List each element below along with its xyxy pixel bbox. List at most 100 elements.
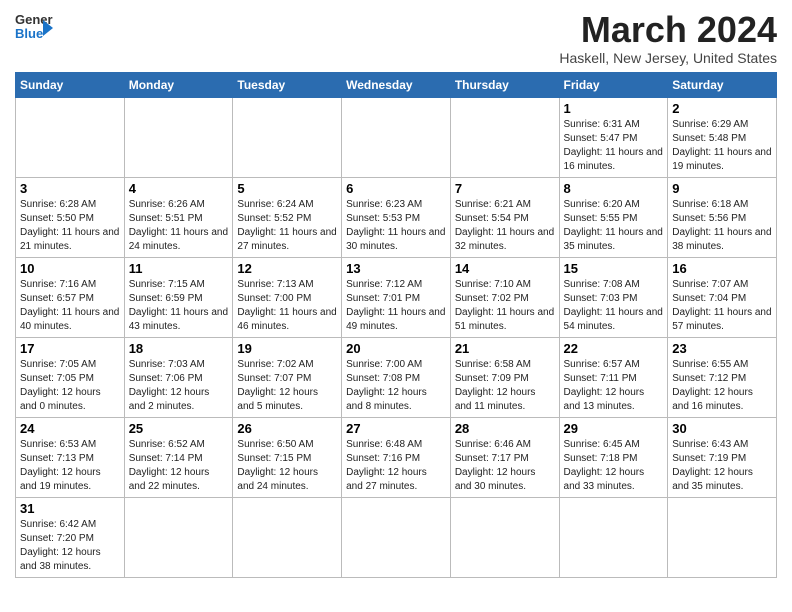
day-number: 26	[237, 421, 337, 436]
header: General Blue March 2024 Haskell, New Jer…	[15, 10, 777, 66]
day-info: Sunrise: 6:20 AM Sunset: 5:55 PM Dayligh…	[564, 198, 664, 254]
day-number: 30	[672, 421, 772, 436]
calendar-day-cell: 7 Sunrise: 6:21 AM Sunset: 5:54 PM Daylig…	[450, 177, 559, 257]
day-number: 7	[455, 181, 555, 196]
day-info: Sunrise: 7:00 AM Sunset: 7:08 PM Dayligh…	[346, 358, 446, 414]
day-info: Sunrise: 6:18 AM Sunset: 5:56 PM Dayligh…	[672, 198, 772, 254]
weekday-header: Friday	[559, 72, 668, 97]
calendar-day-cell: 13 Sunrise: 7:12 AM Sunset: 7:01 PM Dayli…	[342, 257, 451, 337]
weekday-header: Saturday	[668, 72, 777, 97]
logo: General Blue	[15, 10, 53, 46]
calendar-day-cell: 6Sunrise: 6:23 AM Sunset: 5:53 PM Daylig…	[342, 177, 451, 257]
calendar-day-cell: 28Sunrise: 6:46 AM Sunset: 7:17 PM Dayli…	[450, 417, 559, 497]
day-number: 27	[346, 421, 446, 436]
day-number: 24	[20, 421, 120, 436]
calendar-day-cell: 31 Sunrise: 6:42 AM Sunset: 7:20 PM Dayli…	[16, 497, 125, 577]
calendar-day-cell: 30 Sunrise: 6:43 AM Sunset: 7:19 PM Dayli…	[668, 417, 777, 497]
day-number: 8	[564, 181, 664, 196]
calendar-day-cell: 12 Sunrise: 7:13 AM Sunset: 7:00 PM Dayli…	[233, 257, 342, 337]
day-number: 25	[129, 421, 229, 436]
calendar-day-cell	[233, 97, 342, 177]
day-number: 21	[455, 341, 555, 356]
calendar-day-cell: 5Sunrise: 6:24 AM Sunset: 5:52 PM Daylig…	[233, 177, 342, 257]
title-area: March 2024 Haskell, New Jersey, United S…	[559, 10, 777, 66]
calendar-day-cell: 10Sunrise: 7:16 AM Sunset: 6:57 PM Dayli…	[16, 257, 125, 337]
calendar-day-cell	[233, 497, 342, 577]
day-info: Sunrise: 6:21 AM Sunset: 5:54 PM Dayligh…	[455, 198, 555, 254]
day-info: Sunrise: 6:42 AM Sunset: 7:20 PM Dayligh…	[20, 518, 120, 574]
day-number: 15	[564, 261, 664, 276]
weekday-header: Sunday	[16, 72, 125, 97]
day-number: 1	[564, 101, 664, 116]
calendar-day-cell: 21 Sunrise: 6:58 AM Sunset: 7:09 PM Dayli…	[450, 337, 559, 417]
day-number: 19	[237, 341, 337, 356]
day-number: 12	[237, 261, 337, 276]
day-info: Sunrise: 6:58 AM Sunset: 7:09 PM Dayligh…	[455, 358, 555, 414]
day-number: 13	[346, 261, 446, 276]
calendar-week-row: 3Sunrise: 6:28 AM Sunset: 5:50 PM Daylig…	[16, 177, 777, 257]
svg-text:Blue: Blue	[15, 26, 43, 41]
calendar-day-cell: 25Sunrise: 6:52 AM Sunset: 7:14 PM Dayli…	[124, 417, 233, 497]
calendar-day-cell	[450, 97, 559, 177]
calendar-week-row: 31 Sunrise: 6:42 AM Sunset: 7:20 PM Dayli…	[16, 497, 777, 577]
calendar-day-cell: 14 Sunrise: 7:10 AM Sunset: 7:02 PM Dayli…	[450, 257, 559, 337]
calendar-day-cell: 22Sunrise: 6:57 AM Sunset: 7:11 PM Dayli…	[559, 337, 668, 417]
day-number: 4	[129, 181, 229, 196]
weekday-header-row: SundayMondayTuesdayWednesdayThursdayFrid…	[16, 72, 777, 97]
calendar-day-cell	[16, 97, 125, 177]
calendar-day-cell	[342, 497, 451, 577]
calendar-day-cell: 8 Sunrise: 6:20 AM Sunset: 5:55 PM Daylig…	[559, 177, 668, 257]
calendar-day-cell: 4 Sunrise: 6:26 AM Sunset: 5:51 PM Daylig…	[124, 177, 233, 257]
calendar-day-cell	[342, 97, 451, 177]
day-number: 20	[346, 341, 446, 356]
calendar-day-cell: 1Sunrise: 6:31 AM Sunset: 5:47 PM Daylig…	[559, 97, 668, 177]
calendar-day-cell: 23Sunrise: 6:55 AM Sunset: 7:12 PM Dayli…	[668, 337, 777, 417]
day-number: 11	[129, 261, 229, 276]
day-info: Sunrise: 6:43 AM Sunset: 7:19 PM Dayligh…	[672, 438, 772, 494]
day-info: Sunrise: 6:26 AM Sunset: 5:51 PM Dayligh…	[129, 198, 229, 254]
calendar-day-cell	[668, 497, 777, 577]
calendar-day-cell: 15 Sunrise: 7:08 AM Sunset: 7:03 PM Dayli…	[559, 257, 668, 337]
calendar-day-cell: 27 Sunrise: 6:48 AM Sunset: 7:16 PM Dayli…	[342, 417, 451, 497]
day-number: 2	[672, 101, 772, 116]
day-number: 10	[20, 261, 120, 276]
calendar-day-cell: 11 Sunrise: 7:15 AM Sunset: 6:59 PM Dayli…	[124, 257, 233, 337]
calendar-day-cell	[450, 497, 559, 577]
calendar-week-row: 10Sunrise: 7:16 AM Sunset: 6:57 PM Dayli…	[16, 257, 777, 337]
day-info: Sunrise: 6:48 AM Sunset: 7:16 PM Dayligh…	[346, 438, 446, 494]
day-info: Sunrise: 6:46 AM Sunset: 7:17 PM Dayligh…	[455, 438, 555, 494]
day-info: Sunrise: 6:29 AM Sunset: 5:48 PM Dayligh…	[672, 118, 772, 174]
day-info: Sunrise: 6:24 AM Sunset: 5:52 PM Dayligh…	[237, 198, 337, 254]
calendar-day-cell: 3Sunrise: 6:28 AM Sunset: 5:50 PM Daylig…	[16, 177, 125, 257]
calendar-day-cell	[124, 497, 233, 577]
calendar-day-cell: 20 Sunrise: 7:00 AM Sunset: 7:08 PM Dayli…	[342, 337, 451, 417]
day-info: Sunrise: 6:45 AM Sunset: 7:18 PM Dayligh…	[564, 438, 664, 494]
calendar-day-cell: 24Sunrise: 6:53 AM Sunset: 7:13 PM Dayli…	[16, 417, 125, 497]
weekday-header: Wednesday	[342, 72, 451, 97]
day-number: 9	[672, 181, 772, 196]
day-info: Sunrise: 7:13 AM Sunset: 7:00 PM Dayligh…	[237, 278, 337, 334]
calendar-week-row: 17Sunrise: 7:05 AM Sunset: 7:05 PM Dayli…	[16, 337, 777, 417]
day-info: Sunrise: 6:28 AM Sunset: 5:50 PM Dayligh…	[20, 198, 120, 254]
day-number: 6	[346, 181, 446, 196]
weekday-header: Tuesday	[233, 72, 342, 97]
calendar-week-row: 24Sunrise: 6:53 AM Sunset: 7:13 PM Dayli…	[16, 417, 777, 497]
day-info: Sunrise: 7:15 AM Sunset: 6:59 PM Dayligh…	[129, 278, 229, 334]
calendar-day-cell: 17Sunrise: 7:05 AM Sunset: 7:05 PM Dayli…	[16, 337, 125, 417]
calendar-day-cell: 16Sunrise: 7:07 AM Sunset: 7:04 PM Dayli…	[668, 257, 777, 337]
calendar-day-cell: 26 Sunrise: 6:50 AM Sunset: 7:15 PM Dayli…	[233, 417, 342, 497]
calendar-day-cell: 29Sunrise: 6:45 AM Sunset: 7:18 PM Dayli…	[559, 417, 668, 497]
calendar-week-row: 1Sunrise: 6:31 AM Sunset: 5:47 PM Daylig…	[16, 97, 777, 177]
day-number: 31	[20, 501, 120, 516]
day-info: Sunrise: 7:03 AM Sunset: 7:06 PM Dayligh…	[129, 358, 229, 414]
calendar-day-cell: 19Sunrise: 7:02 AM Sunset: 7:07 PM Dayli…	[233, 337, 342, 417]
day-info: Sunrise: 7:08 AM Sunset: 7:03 PM Dayligh…	[564, 278, 664, 334]
day-info: Sunrise: 7:12 AM Sunset: 7:01 PM Dayligh…	[346, 278, 446, 334]
day-info: Sunrise: 7:10 AM Sunset: 7:02 PM Dayligh…	[455, 278, 555, 334]
calendar-day-cell	[124, 97, 233, 177]
day-number: 14	[455, 261, 555, 276]
day-info: Sunrise: 6:50 AM Sunset: 7:15 PM Dayligh…	[237, 438, 337, 494]
day-info: Sunrise: 7:07 AM Sunset: 7:04 PM Dayligh…	[672, 278, 772, 334]
calendar-day-cell: 2 Sunrise: 6:29 AM Sunset: 5:48 PM Daylig…	[668, 97, 777, 177]
calendar-table: SundayMondayTuesdayWednesdayThursdayFrid…	[15, 72, 777, 578]
